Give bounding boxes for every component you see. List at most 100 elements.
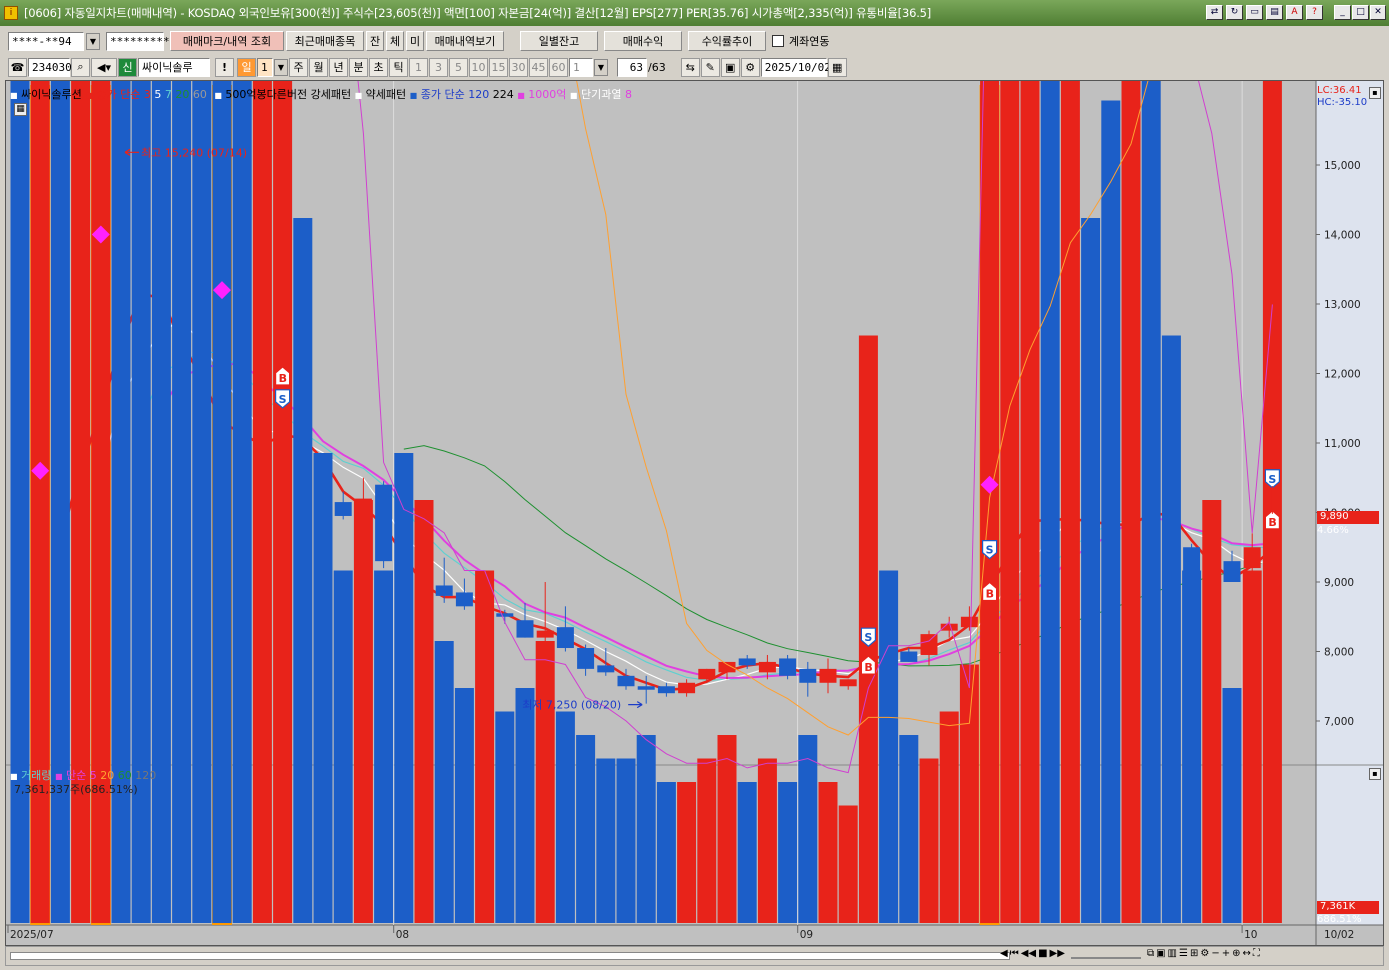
scroll-first-icon[interactable]: ⏮ xyxy=(1010,948,1019,959)
grid-toggle-icon[interactable]: ▦ xyxy=(14,103,27,116)
volume-bar xyxy=(273,81,293,923)
chart-area[interactable]: 15,00014,00013,00012,00011,00010,0009,00… xyxy=(5,80,1384,946)
period-tick-button[interactable]: 틱 xyxy=(389,57,408,77)
volume-bar xyxy=(333,570,353,923)
close-icon[interactable]: ✕ xyxy=(1370,5,1386,20)
volume-bar xyxy=(1060,81,1080,923)
split-icon[interactable]: ▥ xyxy=(1168,948,1177,959)
arrows-icon[interactable]: ⇆ xyxy=(680,57,700,77)
volume-pct-label: 686.51% xyxy=(1317,914,1362,925)
interval-15-button[interactable]: 15 xyxy=(489,57,508,77)
interval-dropdown-icon[interactable]: ▼ xyxy=(594,58,608,76)
fit-icon[interactable]: ↔ xyxy=(1242,948,1250,959)
volume-bar xyxy=(394,453,414,923)
candle-body xyxy=(738,658,756,666)
interval-5-button[interactable]: 5 xyxy=(449,57,468,77)
scroll-prev-icon[interactable]: ◀◀ xyxy=(1021,948,1036,959)
tile-icon[interactable]: ⊞ xyxy=(1190,948,1198,959)
mi-button[interactable]: 미 xyxy=(406,31,424,51)
legend-bullet-icon: ■ xyxy=(54,772,63,781)
period-year-button[interactable]: 년 xyxy=(329,57,348,77)
zoom-slider[interactable] xyxy=(1070,948,1141,959)
legend-bullet-icon: ■ xyxy=(10,91,18,100)
stock-chart[interactable]: 15,00014,00013,00012,00011,00010,0009,00… xyxy=(6,81,1383,945)
interval-60-button[interactable]: 60 xyxy=(549,57,568,77)
new-badge[interactable]: 신 xyxy=(118,57,137,77)
candle-body xyxy=(435,585,453,596)
price-tick-label: 9,000 xyxy=(1324,577,1354,589)
buy-marker-icon-letter: B xyxy=(1268,516,1276,529)
alert-icon[interactable]: ! xyxy=(215,57,234,77)
interval-3-button[interactable]: 3 xyxy=(429,57,448,77)
screen-icon[interactable]: ▭ xyxy=(1246,5,1263,20)
fullscreen-icon[interactable]: ⛶ xyxy=(1253,948,1260,959)
refresh-icon[interactable]: ↻ xyxy=(1226,5,1243,20)
font-icon[interactable]: A xyxy=(1286,5,1303,20)
account-link-checkbox[interactable] xyxy=(772,35,784,47)
volume-bar xyxy=(596,758,616,923)
list-icon[interactable]: ☰ xyxy=(1179,948,1188,959)
interval-10-button[interactable]: 10 xyxy=(469,57,488,77)
help-icon[interactable]: ? xyxy=(1306,5,1323,20)
che-button[interactable]: 체 xyxy=(386,31,404,51)
zoom-in-icon[interactable]: + xyxy=(1222,948,1230,959)
volume-bar xyxy=(1202,500,1222,923)
scroll-left-icon[interactable]: ◀ xyxy=(1000,948,1008,959)
legend-ma5: 5 xyxy=(154,88,162,101)
jan-button[interactable]: 잔 xyxy=(366,31,384,51)
period-sec-button[interactable]: 초 xyxy=(369,57,388,77)
trade-history-button[interactable]: 매매내역보기 xyxy=(426,31,504,51)
daily-balance-button[interactable]: 일별잔고 xyxy=(520,31,598,51)
volume-bar xyxy=(1040,81,1060,923)
stock-name-input[interactable]: 싸이닉솔루 xyxy=(138,57,210,77)
lc-label: LC:36.41 xyxy=(1317,85,1362,96)
zoom-in-big-icon[interactable]: ⊕ xyxy=(1232,948,1240,959)
interval-1-button[interactable]: 1 xyxy=(409,57,428,77)
phone-icon[interactable]: ☎ xyxy=(8,57,27,77)
link-icon[interactable]: ⇄ xyxy=(1206,5,1223,20)
volume-bar xyxy=(252,81,272,923)
period-min-button[interactable]: 분 xyxy=(349,57,368,77)
horizontal-scrollbar[interactable] xyxy=(10,952,1010,960)
candle-count-input[interactable]: 63 xyxy=(617,57,647,77)
stock-code-input[interactable]: 234030 xyxy=(28,57,72,77)
period-week-button[interactable]: 주 xyxy=(289,57,308,77)
account-dropdown-icon[interactable]: ▼ xyxy=(86,32,100,50)
interval-select[interactable]: 1 xyxy=(569,57,593,77)
window-icon[interactable]: ▣ xyxy=(1156,948,1165,959)
password-input[interactable]: ********* xyxy=(106,31,170,51)
high-annotation: 최고 15,240 (07/14) xyxy=(141,146,247,159)
mark-query-button[interactable]: 매매마크/내역 조회 xyxy=(170,31,284,51)
copy-icon[interactable]: ⧉ xyxy=(1147,948,1154,959)
save-icon[interactable]: ▣ xyxy=(720,57,740,77)
tool-icon[interactable]: ✎ xyxy=(700,57,720,77)
volume-bar xyxy=(515,688,535,923)
interval-45-button[interactable]: 45 xyxy=(529,57,548,77)
period-dropdown-icon[interactable]: ▼ xyxy=(274,58,288,76)
trade-profit-button[interactable]: 매매수익 xyxy=(604,31,682,51)
zoom-out-icon[interactable]: − xyxy=(1211,948,1219,959)
return-trend-button[interactable]: 수익률추이 xyxy=(688,31,766,51)
volume-panel-minimize-icon[interactable]: ▪ xyxy=(1369,768,1381,780)
account-input[interactable]: ****-**94 xyxy=(8,31,84,51)
search-icon[interactable]: ⌕ xyxy=(71,57,90,77)
interval-30-button[interactable]: 30 xyxy=(509,57,528,77)
date-input[interactable]: 2025/10/02 xyxy=(760,57,831,77)
volume-bar xyxy=(899,735,919,923)
period-day-button[interactable]: 일 xyxy=(237,57,256,77)
scroll-next-icon[interactable]: ▶▶ xyxy=(1050,948,1065,959)
panel-minimize-icon[interactable]: ▪ xyxy=(1369,87,1381,99)
calendar-icon[interactable]: ▦ xyxy=(827,57,847,77)
minimize-icon[interactable]: _ xyxy=(1334,5,1351,20)
period-num-input[interactable]: 1 xyxy=(257,57,273,77)
settings-icon[interactable]: ⚙ xyxy=(740,57,760,77)
legend-stock: 싸이닉솔루션 xyxy=(21,88,82,101)
period-month-button[interactable]: 월 xyxy=(309,57,328,77)
scroll-stop-icon[interactable]: ■ xyxy=(1038,948,1047,959)
recent-stocks-button[interactable]: 최근매매종목 xyxy=(286,31,364,51)
maximize-icon[interactable]: □ xyxy=(1352,5,1369,20)
layout-icon[interactable]: ▤ xyxy=(1266,5,1283,20)
speaker-icon[interactable]: ◀▾ xyxy=(91,57,117,77)
legend-ma3: 3 xyxy=(143,88,151,101)
config-icon[interactable]: ⚙ xyxy=(1200,948,1209,959)
